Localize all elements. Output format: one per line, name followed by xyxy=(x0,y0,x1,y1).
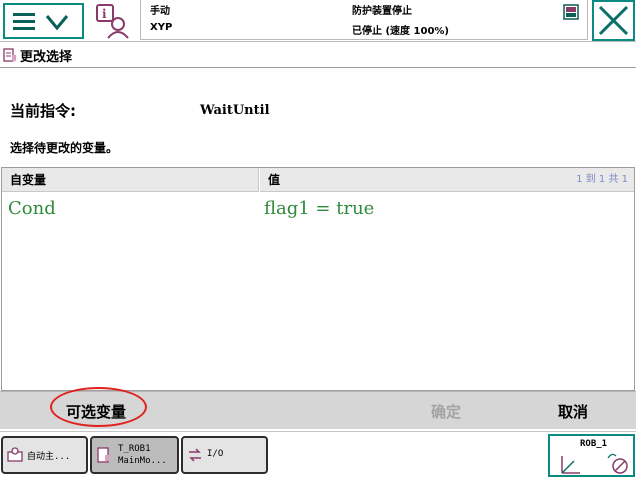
column-header-value[interactable]: 值 1 到 1 共 1 xyxy=(260,168,634,192)
chevron-down-icon xyxy=(45,15,69,31)
current-instruction-label: 当前指令: xyxy=(10,102,76,120)
page-title: 更改选择 xyxy=(20,50,73,65)
program-icon xyxy=(96,447,112,463)
safety-state: 防护装置停止 xyxy=(352,6,412,17)
task-auto-label: 自动主... xyxy=(27,452,71,462)
run-state: 已停止 (速度 100%) xyxy=(352,26,449,37)
task-io-label: I/O xyxy=(207,449,224,459)
highlight-annotation xyxy=(50,387,147,427)
task-io[interactable]: I/O xyxy=(181,436,268,474)
operating-mode: 手动 xyxy=(150,6,170,17)
menu-icon xyxy=(13,13,69,31)
auto-production-icon xyxy=(7,447,23,463)
column-header-variable[interactable]: 自变量 xyxy=(2,168,259,192)
status-bar: i 手动 XYP 防护装置停止 已停止 (速度 100%) xyxy=(0,0,636,42)
robot-axes-icon xyxy=(561,453,628,474)
task-rob-label-line1: T_ROB1 xyxy=(118,444,151,454)
current-instruction-value: WaitUntil xyxy=(200,103,270,118)
quickset-button[interactable]: ROB_1 xyxy=(548,434,635,477)
argument-table: 自变量 值 1 到 1 共 1 Cond flag1 = true xyxy=(1,167,635,391)
cancel-button[interactable]: 取消 xyxy=(558,401,588,422)
task-program-editor[interactable]: T_ROB1 MainMo... xyxy=(90,436,179,474)
instruction-hint: 选择待更改的变量。 xyxy=(10,141,119,155)
close-icon xyxy=(598,5,629,36)
page-title-bar: 更改选择 xyxy=(0,42,636,68)
io-icon xyxy=(187,447,203,463)
operator-info-icon[interactable]: i xyxy=(94,2,132,40)
column-header-value-label: 值 xyxy=(268,173,281,187)
program-icon xyxy=(3,47,17,62)
task-auto-production[interactable]: 自动主... xyxy=(1,436,88,474)
main-menu-button[interactable] xyxy=(3,3,84,39)
mechanical-unit-label: ROB_1 xyxy=(580,439,608,449)
status-flag-icon[interactable] xyxy=(563,4,579,20)
close-button[interactable] xyxy=(592,0,635,41)
status-panel[interactable]: 手动 XYP 防护装置停止 已停止 (速度 100%) xyxy=(140,0,588,40)
svg-text:i: i xyxy=(102,7,107,21)
row-count: 1 到 1 共 1 xyxy=(576,174,628,185)
ok-button[interactable]: 确定 xyxy=(431,401,461,422)
task-rob-label-line2: MainMo... xyxy=(118,456,167,466)
argument-name[interactable]: Cond xyxy=(8,198,56,219)
system-name: XYP xyxy=(150,22,173,33)
argument-value[interactable]: flag1 = true xyxy=(264,198,374,219)
